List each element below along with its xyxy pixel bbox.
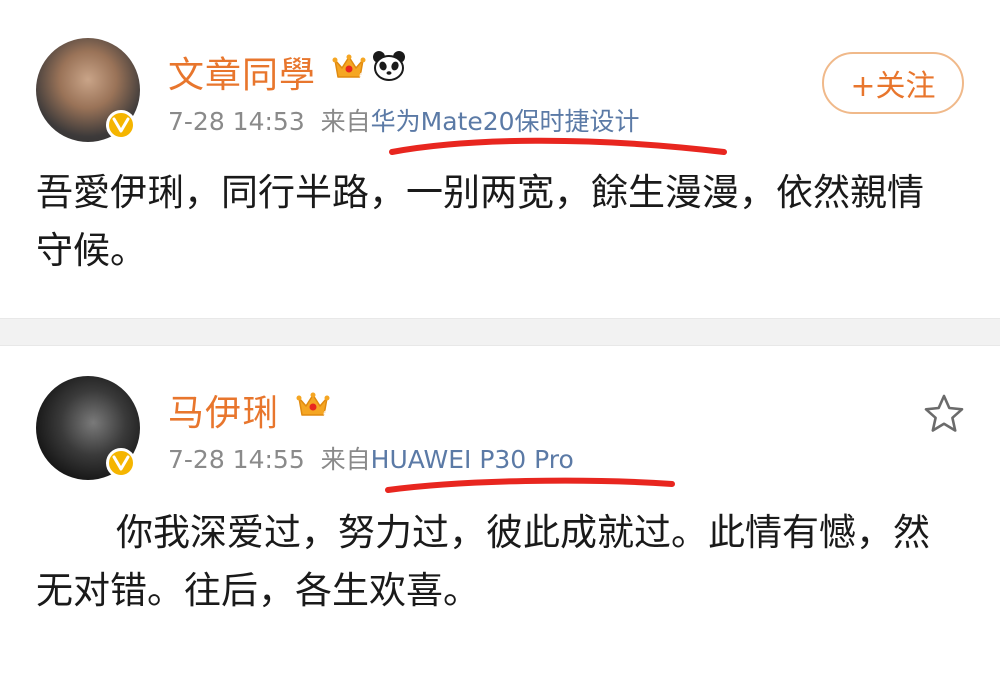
verified-badge-icon — [106, 448, 136, 478]
source-prefix: 来自 — [320, 445, 371, 474]
crown-vip-icon: 6 — [332, 54, 366, 82]
username[interactable]: 马伊琍 — [168, 384, 279, 436]
post-time: 7-28 14:53 — [168, 107, 305, 136]
svg-text:6: 6 — [359, 72, 365, 82]
post-content: 你我深爱过，努力过，彼此成就过。此情有憾，然无对错。往后，各生欢喜。 — [36, 511, 930, 612]
red-underline-annotation — [385, 477, 675, 493]
weibo-post-2: 马伊琍 6 7-28 14:55 来自HUAWEI P30 Pro 你我深爱过，… — [0, 346, 1000, 674]
post-content: 吾愛伊琍，同行半路，一别两宽，餘生漫漫，依然親情守候。 — [36, 171, 924, 272]
crown-vip-icon: 6 — [296, 392, 330, 420]
verified-badge-icon — [106, 110, 136, 140]
post-divider — [0, 318, 1000, 346]
username[interactable]: 文章同學 — [168, 46, 316, 98]
star-icon[interactable] — [922, 392, 966, 436]
source-prefix: 来自 — [320, 107, 371, 136]
post-time: 7-28 14:55 — [168, 445, 305, 474]
weibo-post-1: 文章同學 6 7-28 14:53 来自华为Mate20保时捷设计 +关注 吾愛… — [0, 0, 1000, 318]
red-underline-annotation — [389, 137, 727, 155]
follow-button[interactable]: +关注 — [822, 52, 964, 114]
source-device-link[interactable]: HUAWEI P30 Pro — [371, 445, 574, 474]
svg-text:6: 6 — [323, 410, 329, 420]
panda-icon — [373, 51, 405, 81]
post-meta: 7-28 14:55 来自HUAWEI P30 Pro — [168, 440, 574, 476]
